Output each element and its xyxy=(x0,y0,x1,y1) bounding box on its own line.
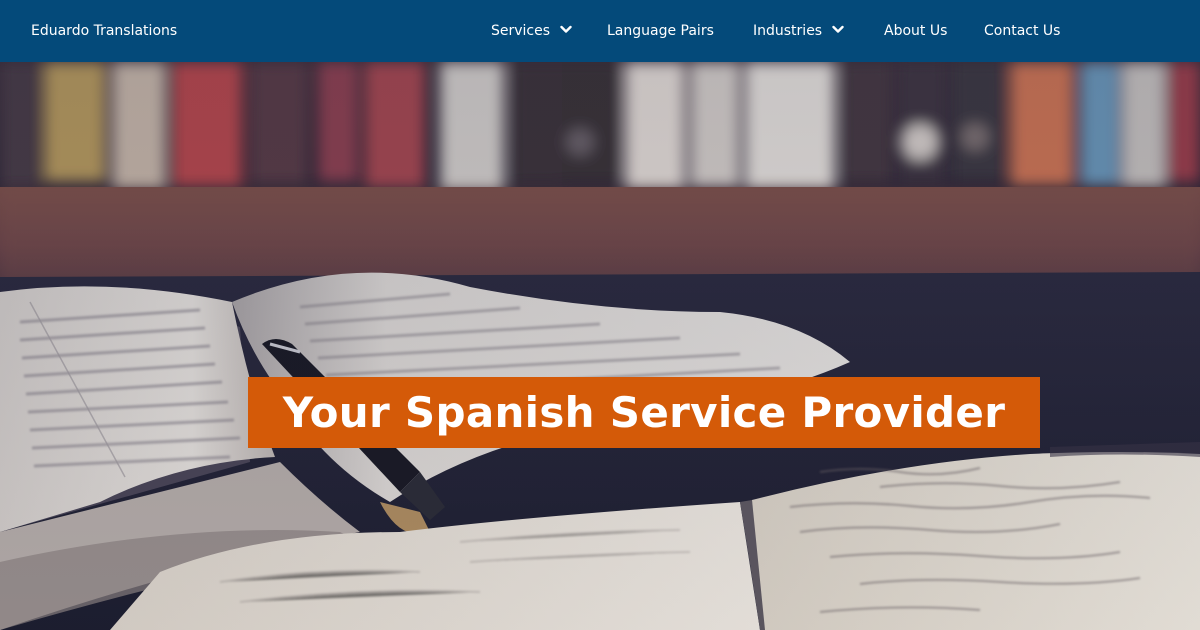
chevron-down-icon xyxy=(560,0,572,61)
hero-section: Your Spanish Service Provider xyxy=(0,62,1200,630)
nav-contact-us[interactable]: Contact Us xyxy=(984,0,1060,62)
nav-industries[interactable]: Industries xyxy=(753,0,844,62)
hero-title: Your Spanish Service Provider xyxy=(248,377,1040,448)
open-books-photo xyxy=(0,62,1200,630)
nav-about-us[interactable]: About Us xyxy=(884,0,947,62)
top-navbar: Eduardo Translations Services Language P… xyxy=(0,0,1200,62)
nav-services-label: Services xyxy=(491,23,551,39)
chevron-down-icon xyxy=(832,0,844,61)
nav-industries-label: Industries xyxy=(753,23,823,39)
nav-services[interactable]: Services xyxy=(491,0,572,62)
brand-link[interactable]: Eduardo Translations xyxy=(31,0,177,62)
page: Eduardo Translations Services Language P… xyxy=(0,0,1200,630)
nav-language-pairs[interactable]: Language Pairs xyxy=(607,0,714,62)
